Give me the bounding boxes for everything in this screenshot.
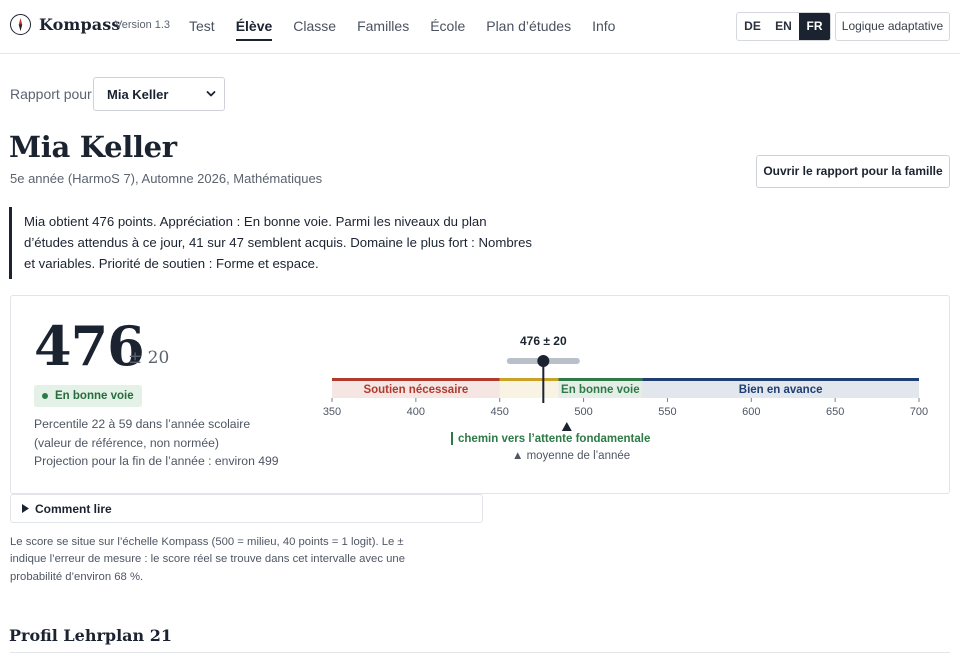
band-stroke-1 (499, 378, 559, 381)
tick-label: 550 (658, 406, 676, 418)
band-label-0: Soutien nécessaire (363, 384, 468, 396)
tick-label: 450 (491, 406, 509, 418)
band-label-2: En bonne voie (561, 384, 640, 396)
language-switcher: DE EN FR (736, 12, 831, 41)
chevron-down-icon (206, 91, 216, 97)
tick-label: 500 (574, 406, 592, 418)
app-version: Version 1.3 (115, 19, 171, 31)
tab-ecole[interactable]: École (430, 0, 465, 54)
year-mean-marker-icon (561, 422, 572, 431)
tab-classe[interactable]: Classe (293, 0, 336, 54)
score-value: 476 (34, 314, 145, 378)
top-bar: Kompass Version 1.3 Test Élève Classe Fa… (0, 0, 960, 54)
band-label-3: Bien en avance (739, 384, 823, 396)
path-legend-label: chemin vers l’attente fondamentale (458, 433, 650, 445)
score-card: 476 ± 20 En bonne voie Percentile 22 à 5… (10, 295, 950, 494)
app-name: Kompass (39, 15, 121, 34)
tick-label: 700 (910, 406, 928, 418)
band-stroke-2 (558, 378, 643, 381)
main-nav: Test Élève Classe Familles École Plan d’… (189, 0, 636, 54)
score-marker-label: 476 ± 20 (520, 334, 567, 348)
how-to-read-label: Comment lire (35, 502, 112, 516)
summary-callout: Mia obtient 476 points. Appréciation : E… (9, 207, 539, 279)
mean-legend-label: ▲ moyenne de l’année (512, 450, 630, 462)
scale-footnote: Le score se situe sur l’échelle Kompass … (10, 536, 405, 583)
projection-text: Projection pour la fin de l’année : envi… (34, 454, 279, 468)
status-dot-icon (42, 393, 48, 399)
student-name-heading: Mia Keller (9, 130, 177, 164)
report-for-label: Rapport pour (10, 86, 92, 102)
lang-en-button[interactable]: EN (768, 13, 799, 40)
band-stroke-3 (642, 378, 919, 381)
section-divider (10, 652, 950, 653)
tick-label: 600 (742, 406, 760, 418)
tab-eleve[interactable]: Élève (235, 0, 272, 54)
section-title: Profil Lehrplan 21 (9, 626, 173, 645)
tab-plan-etudes[interactable]: Plan d’études (486, 0, 571, 54)
open-family-report-button[interactable]: Ouvrir le rapport pour la famille (756, 155, 950, 188)
lang-fr-button[interactable]: FR (799, 13, 830, 40)
tick-label: 400 (407, 406, 425, 418)
compass-icon (10, 14, 31, 35)
status-badge-label: En bonne voie (55, 390, 134, 402)
tab-info[interactable]: Info (592, 0, 615, 54)
band-stroke-0 (332, 378, 500, 381)
lang-de-button[interactable]: DE (737, 13, 768, 40)
tab-familles[interactable]: Familles (357, 0, 409, 54)
score-error: ± 20 (128, 348, 170, 368)
student-select[interactable]: Mia Keller (93, 77, 225, 111)
student-select-value: Mia Keller (107, 87, 169, 102)
score-dot (537, 355, 550, 367)
brand[interactable]: Kompass (10, 14, 120, 35)
tab-test[interactable]: Test (189, 0, 215, 54)
score-scale: Soutien nécessaire En bonne voie Bien en a… (323, 334, 928, 462)
status-badge: En bonne voie (34, 385, 142, 407)
tick-label: 350 (323, 406, 341, 418)
percentile-text: Percentile 22 à 59 dans l’année scolaire… (34, 417, 251, 450)
student-subtitle: 5e année (HarmoS 7), Automne 2026, Mathé… (10, 171, 323, 186)
triangle-right-icon (22, 504, 29, 513)
tick-label: 650 (826, 406, 844, 418)
adaptive-logic-button[interactable]: Logique adaptative (835, 12, 950, 41)
how-to-read-toggle[interactable]: Comment lire (10, 494, 483, 523)
